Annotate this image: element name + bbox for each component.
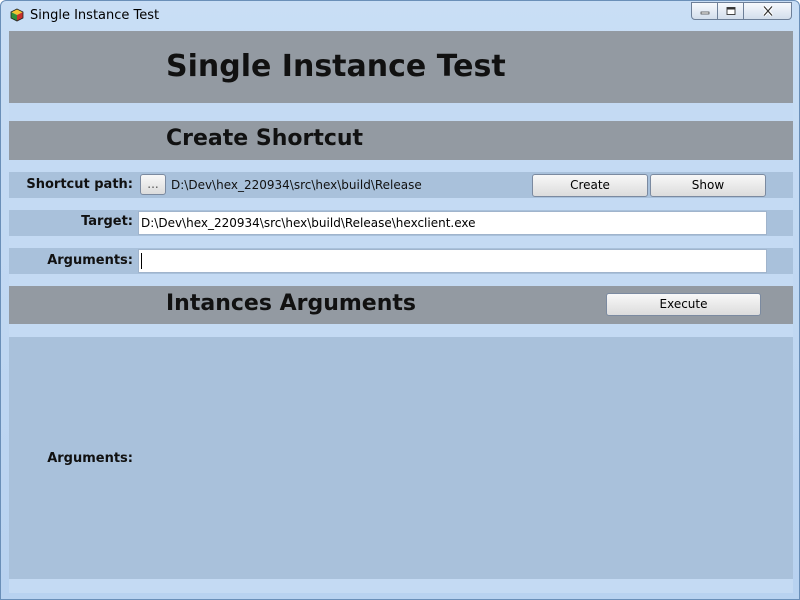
maximize-icon <box>726 7 735 15</box>
create-button[interactable]: Create <box>532 174 648 197</box>
shortcut-path-value: D:\Dev\hex_220934\src\hex\build\Release <box>171 178 422 192</box>
target-label: Target: <box>81 214 133 229</box>
minimize-icon <box>700 11 709 15</box>
execute-button[interactable]: Execute <box>606 293 761 316</box>
app-cube-icon <box>10 8 24 22</box>
close-icon <box>762 5 773 17</box>
show-button[interactable]: Show <box>650 174 766 197</box>
shortcut-path-label: Shortcut path: <box>26 177 133 192</box>
instances-arguments-panel: Arguments: <box>9 337 793 579</box>
create-shortcut-band: Create Shortcut <box>9 121 793 160</box>
page-title: Single Instance Test <box>166 49 506 84</box>
target-input[interactable]: D:\Dev\hex_220934\src\hex\build\Release\… <box>138 211 767 235</box>
app-window: Single Instance Test Single Instance Tes… <box>0 0 800 600</box>
browse-button[interactable]: ... <box>140 174 166 195</box>
instances-band: Intances Arguments Execute <box>9 286 793 324</box>
shortcut-path-row: Shortcut path: ... D:\Dev\hex_220934\src… <box>9 172 793 198</box>
minimize-button[interactable] <box>691 2 718 20</box>
text-caret <box>141 253 142 269</box>
arguments-row: Arguments: <box>9 248 793 274</box>
instances-arguments-label: Arguments: <box>47 451 133 466</box>
target-row: Target: D:\Dev\hex_220934\src\hex\build\… <box>9 210 793 236</box>
create-shortcut-heading: Create Shortcut <box>166 126 364 151</box>
arguments-input[interactable] <box>138 249 767 273</box>
window-title: Single Instance Test <box>30 8 160 23</box>
title-bar[interactable]: Single Instance Test <box>1 1 799 29</box>
instances-heading: Intances Arguments <box>166 291 416 316</box>
arguments-label: Arguments: <box>47 253 133 268</box>
header-band: Single Instance Test <box>9 31 793 103</box>
maximize-button[interactable] <box>717 2 744 20</box>
close-button[interactable] <box>743 2 792 20</box>
client-area: Single Instance Test Create Shortcut Sho… <box>9 31 793 593</box>
